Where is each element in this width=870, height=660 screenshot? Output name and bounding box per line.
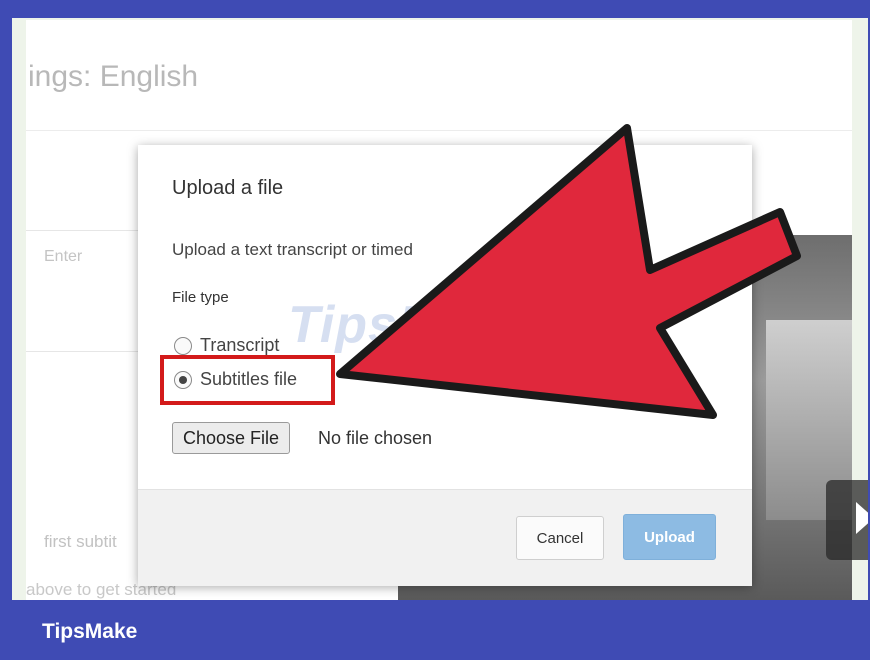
no-file-chosen-text: No file chosen bbox=[318, 428, 433, 448]
cancel-button[interactable]: Cancel bbox=[516, 516, 604, 560]
brand-name: TipsMake bbox=[42, 620, 138, 643]
divider bbox=[26, 130, 852, 131]
enter-placeholder: Enter bbox=[44, 248, 83, 265]
dialog-description: Upload a text transcript or timed bbox=[172, 240, 413, 259]
highlight-box bbox=[160, 355, 335, 405]
transcript-label: Transcript bbox=[200, 335, 280, 355]
play-icon bbox=[856, 502, 868, 534]
watermark-text: TipsMake bbox=[288, 296, 533, 354]
page-title: ings: English bbox=[28, 60, 199, 93]
transcript-radio[interactable] bbox=[174, 336, 192, 355]
upload-file-dialog: Upload a file Upload a text transcript o… bbox=[138, 145, 752, 586]
dialog-title: Upload a file bbox=[172, 177, 284, 199]
watermark-suffix: .com bbox=[532, 326, 579, 346]
choose-file-button[interactable]: Choose File bbox=[172, 422, 291, 454]
file-type-label: File type bbox=[172, 289, 229, 306]
upload-button[interactable]: Upload bbox=[623, 514, 716, 560]
transcript-option[interactable]: Transcript bbox=[174, 335, 279, 356]
first-subtitle-hint: first subtit bbox=[44, 532, 117, 551]
watermark: TipsMake.com bbox=[288, 295, 578, 355]
